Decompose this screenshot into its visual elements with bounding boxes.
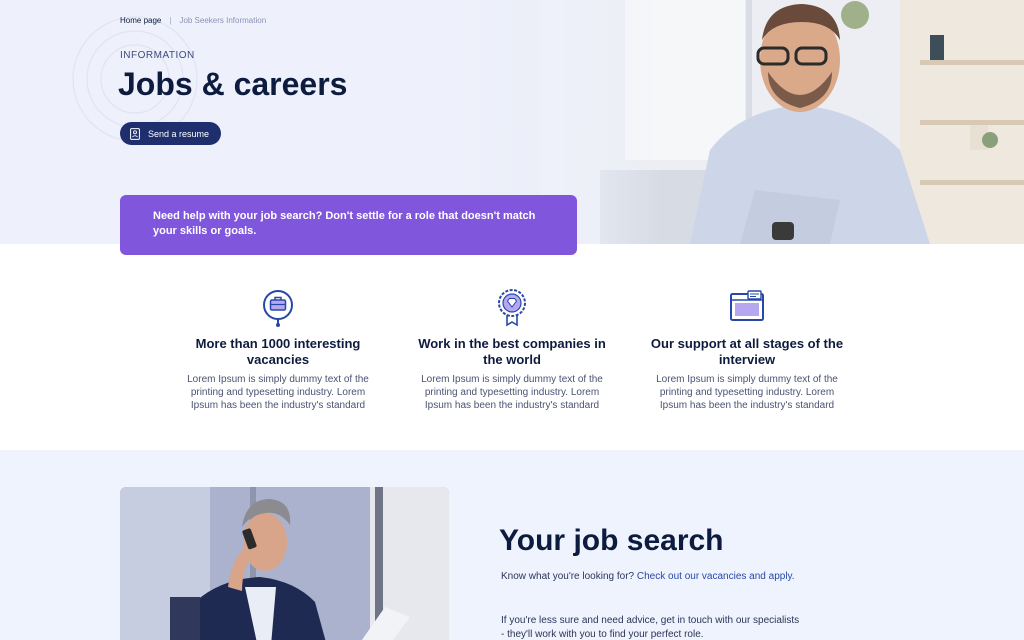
briefcase-pin-icon [263, 290, 293, 327]
feature-title: Our support at all stages of the intervi… [650, 336, 844, 367]
page-title: Jobs & careers [118, 66, 348, 102]
job-search-title: Your job search [499, 524, 724, 557]
feature-best-companies: Work in the best companies in the world … [412, 288, 612, 412]
job-search-section: Your job search Know what you're looking… [0, 450, 1024, 640]
feature-vacancies: More than 1000 interesting vacancies Lor… [178, 288, 378, 412]
callout-text: Need help with your job search? Don't se… [153, 210, 536, 237]
job-search-intro: Know what you're looking for? Check out … [501, 570, 801, 584]
hero-eyebrow: INFORMATION [120, 50, 195, 61]
job-search-advice: If you're less sure and need advice, get… [501, 615, 800, 640]
send-resume-label: Send a resume [148, 128, 210, 139]
feature-title: More than 1000 interesting vacancies [195, 336, 361, 367]
breadcrumb-separator: | [169, 16, 172, 25]
feature-text: Lorem Ipsum is simply dummy text of the … [656, 374, 838, 411]
id-badge-icon [130, 127, 140, 140]
help-callout: Need help with your job search? Don't se… [120, 195, 577, 255]
vacancies-link[interactable]: Check out our vacancies and apply. [637, 571, 795, 582]
photo-man-on-phone [120, 487, 449, 640]
breadcrumb-home-link[interactable]: Home page [120, 16, 161, 25]
feature-title: Work in the best companies in the world [418, 336, 606, 367]
feature-text: Lorem Ipsum is simply dummy text of the … [187, 374, 369, 411]
chat-window-icon [730, 290, 764, 321]
send-resume-button[interactable]: Send a resume [120, 122, 222, 145]
diamond-badge-icon [498, 289, 526, 327]
feature-interview-support: Our support at all stages of the intervi… [647, 288, 847, 412]
features-section: More than 1000 interesting vacancies Lor… [0, 244, 1024, 450]
breadcrumb: Home page | Job Seekers Information [120, 16, 266, 25]
hero-photo-man-laptop [540, 0, 1024, 244]
breadcrumb-current: Job Seekers Information [179, 16, 267, 25]
job-search-intro-text: Know what you're looking for? [501, 571, 635, 582]
feature-text: Lorem Ipsum is simply dummy text of the … [421, 374, 603, 411]
